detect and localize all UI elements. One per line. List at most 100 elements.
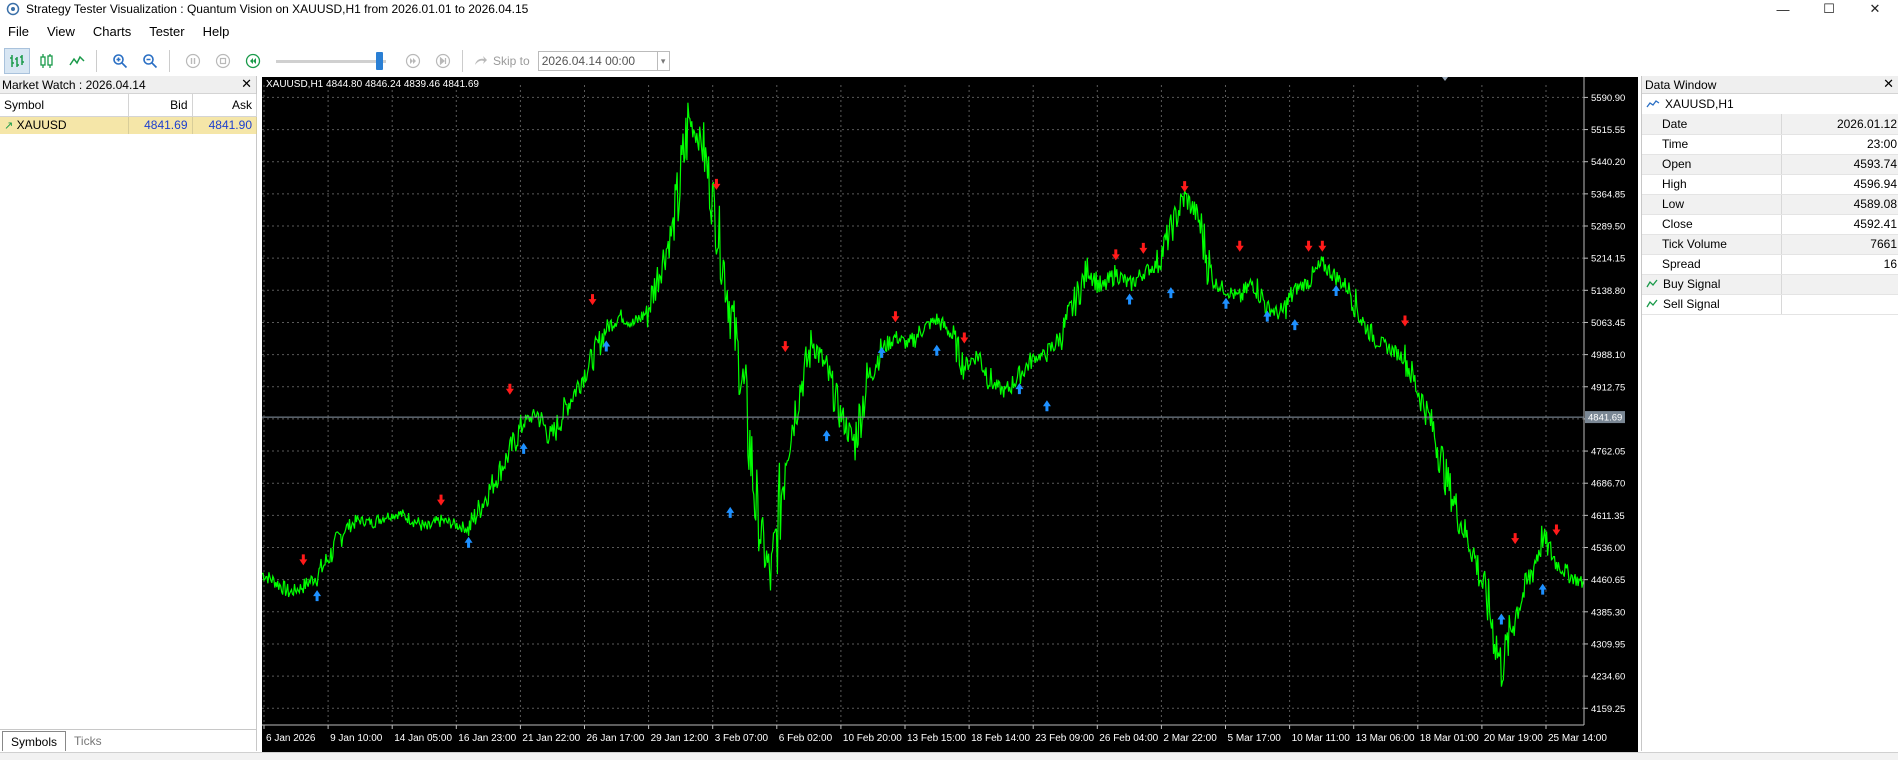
market-watch-table: Symbol Bid Ask ↗ XAUUSD 4841.69 4841.90 — [0, 94, 257, 134]
minimize-button[interactable]: — — [1760, 0, 1806, 18]
column-bid[interactable]: Bid — [128, 94, 193, 117]
calendar-dropdown-icon[interactable]: ▾ — [657, 51, 670, 71]
candles-button[interactable] — [34, 48, 60, 74]
buy-signal-arrow — [1042, 400, 1051, 412]
buy-signal-arrow — [877, 346, 886, 358]
buy-signal-arrow — [932, 344, 941, 356]
row-value: 7661 — [1781, 234, 1898, 255]
maximize-button[interactable]: ☐ — [1806, 0, 1852, 18]
row-value — [1781, 294, 1898, 315]
tab-symbols[interactable]: Symbols — [2, 731, 67, 751]
y-tick-label: 4686.70 — [1591, 479, 1625, 490]
skip-to-control[interactable]: Skip to — [473, 54, 530, 68]
row-key: High — [1642, 174, 1782, 195]
x-tick-label: 2 Mar 22:00 — [1163, 733, 1217, 744]
data-window-symbol-name: XAUUSD,H1 — [1665, 97, 1734, 111]
chart-info-label: XAUUSD,H1 4844.80 4846.24 4839.46 4841.6… — [266, 79, 479, 90]
zoom-in-button[interactable] — [107, 48, 133, 74]
fast-forward-icon — [405, 53, 421, 69]
menu-charts[interactable]: Charts — [85, 22, 141, 42]
chart-grid — [262, 85, 1584, 725]
window-titlebar: Strategy Tester Visualization : Quantum … — [0, 0, 1898, 18]
menu-view[interactable]: View — [39, 22, 85, 42]
sell-signal-arrow — [781, 341, 790, 353]
line-chart-button[interactable] — [64, 48, 90, 74]
price-chart[interactable]: 5590.90 5515.55 5440.20 5364.85 5289.50 5214.… — [261, 77, 1638, 752]
toolbar-separator — [169, 50, 170, 72]
row-key: Tick Volume — [1642, 234, 1782, 255]
data-window-close-icon[interactable]: ✕ — [1883, 76, 1894, 92]
buy-signal-arrow — [464, 536, 473, 548]
menu-tester[interactable]: Tester — [141, 22, 194, 42]
column-symbol[interactable]: Symbol — [0, 94, 129, 117]
toolbar-separator — [462, 50, 463, 72]
market-watch-header: Market Watch : 2026.04.14 ✕ — [0, 76, 256, 94]
menu-bar: File View Charts Tester Help — [0, 22, 1898, 42]
price-line — [261, 102, 1585, 687]
line-chart-icon — [69, 55, 85, 66]
x-tick-label: 10 Feb 20:00 — [843, 733, 902, 744]
step-forward-button[interactable] — [430, 48, 456, 74]
buy-signal-arrow — [1166, 287, 1175, 299]
x-tick-label: 13 Mar 06:00 — [1356, 733, 1415, 744]
data-window-table: Date 2026.01.12 Time 23:00 Open 4593.74 Hig… — [1642, 114, 1898, 315]
buy-signal-arrow — [519, 442, 528, 454]
x-tick-label: 26 Feb 04:00 — [1099, 733, 1158, 744]
pause-button[interactable] — [180, 48, 206, 74]
rewind-button[interactable] — [240, 48, 266, 74]
price-series — [261, 102, 1585, 687]
sell-signal-arrow — [505, 383, 514, 395]
buy-signal-arrow — [313, 590, 322, 602]
speed-slider-thumb[interactable] — [376, 52, 383, 70]
column-ask[interactable]: Ask — [192, 94, 257, 117]
y-tick-label: 5440.20 — [1591, 157, 1625, 168]
indicator-name: Sell Signal — [1663, 297, 1720, 311]
y-tick-label: 5515.55 — [1591, 125, 1625, 136]
stop-button[interactable] — [210, 48, 236, 74]
market-watch-title: Market Watch : 2026.04.14 — [2, 77, 146, 92]
table-row: Date 2026.01.12 — [1642, 114, 1898, 135]
x-tick-label: 20 Mar 19:00 — [1484, 733, 1543, 744]
x-tick-label: 6 Feb 02:00 — [779, 733, 833, 744]
table-row: High 4596.94 — [1642, 174, 1898, 195]
menu-help[interactable]: Help — [195, 22, 240, 42]
y-tick-label: 5590.90 — [1591, 93, 1625, 104]
row-key: Close — [1642, 214, 1782, 235]
data-window-panel: Data Window ✕ XAUUSD,H1 Date 2026.01.12 T… — [1641, 76, 1898, 751]
sell-signal-arrow — [891, 311, 900, 323]
bar-chart-button[interactable] — [4, 48, 30, 74]
row-key: Spread — [1642, 254, 1782, 275]
x-tick-label: 3 Feb 07:00 — [715, 733, 769, 744]
skip-to-date-input[interactable] — [537, 51, 658, 71]
sell-signal-arrow — [1180, 181, 1189, 193]
speed-slider-track — [276, 60, 386, 63]
speed-slider[interactable] — [276, 48, 386, 74]
x-tick-label: 14 Jan 05:00 — [394, 733, 452, 744]
pause-icon — [185, 53, 201, 69]
y-tick-label: 4385.30 — [1591, 607, 1625, 618]
sell-signal-arrow — [1400, 315, 1409, 327]
x-tick-label: 6 Jan 2026 — [266, 733, 316, 744]
table-row: Spread 16 — [1642, 254, 1898, 275]
sell-signal-arrow — [1552, 524, 1561, 536]
row-value: 23:00 — [1781, 134, 1898, 155]
y-tick-label: 5364.85 — [1591, 189, 1625, 200]
row-key: Time — [1642, 134, 1782, 155]
y-tick-label: 5289.50 — [1591, 222, 1625, 233]
zoom-out-button[interactable] — [137, 48, 163, 74]
market-watch-panel: Market Watch : 2026.04.14 ✕ Symbol Bid A… — [0, 76, 257, 751]
close-button[interactable]: ✕ — [1852, 0, 1898, 18]
fast-forward-button[interactable] — [400, 48, 426, 74]
market-watch-close-icon[interactable]: ✕ — [241, 76, 252, 92]
indicator-icon — [1646, 279, 1658, 288]
app-icon — [6, 2, 20, 16]
table-row[interactable]: ↗ XAUUSD 4841.69 4841.90 — [0, 116, 257, 134]
sell-signal-arrow — [1318, 240, 1327, 252]
tab-ticks[interactable]: Ticks — [66, 731, 110, 751]
table-row: Buy Signal — [1642, 274, 1898, 295]
menu-file[interactable]: File — [0, 22, 39, 42]
y-tick-label: 5063.45 — [1591, 318, 1625, 329]
sell-signal-arrow — [1111, 249, 1120, 261]
chart-canvas[interactable]: 5590.90 5515.55 5440.20 5364.85 5289.50 5214.… — [261, 77, 1638, 752]
y-tick-label: 4536.00 — [1591, 543, 1625, 554]
